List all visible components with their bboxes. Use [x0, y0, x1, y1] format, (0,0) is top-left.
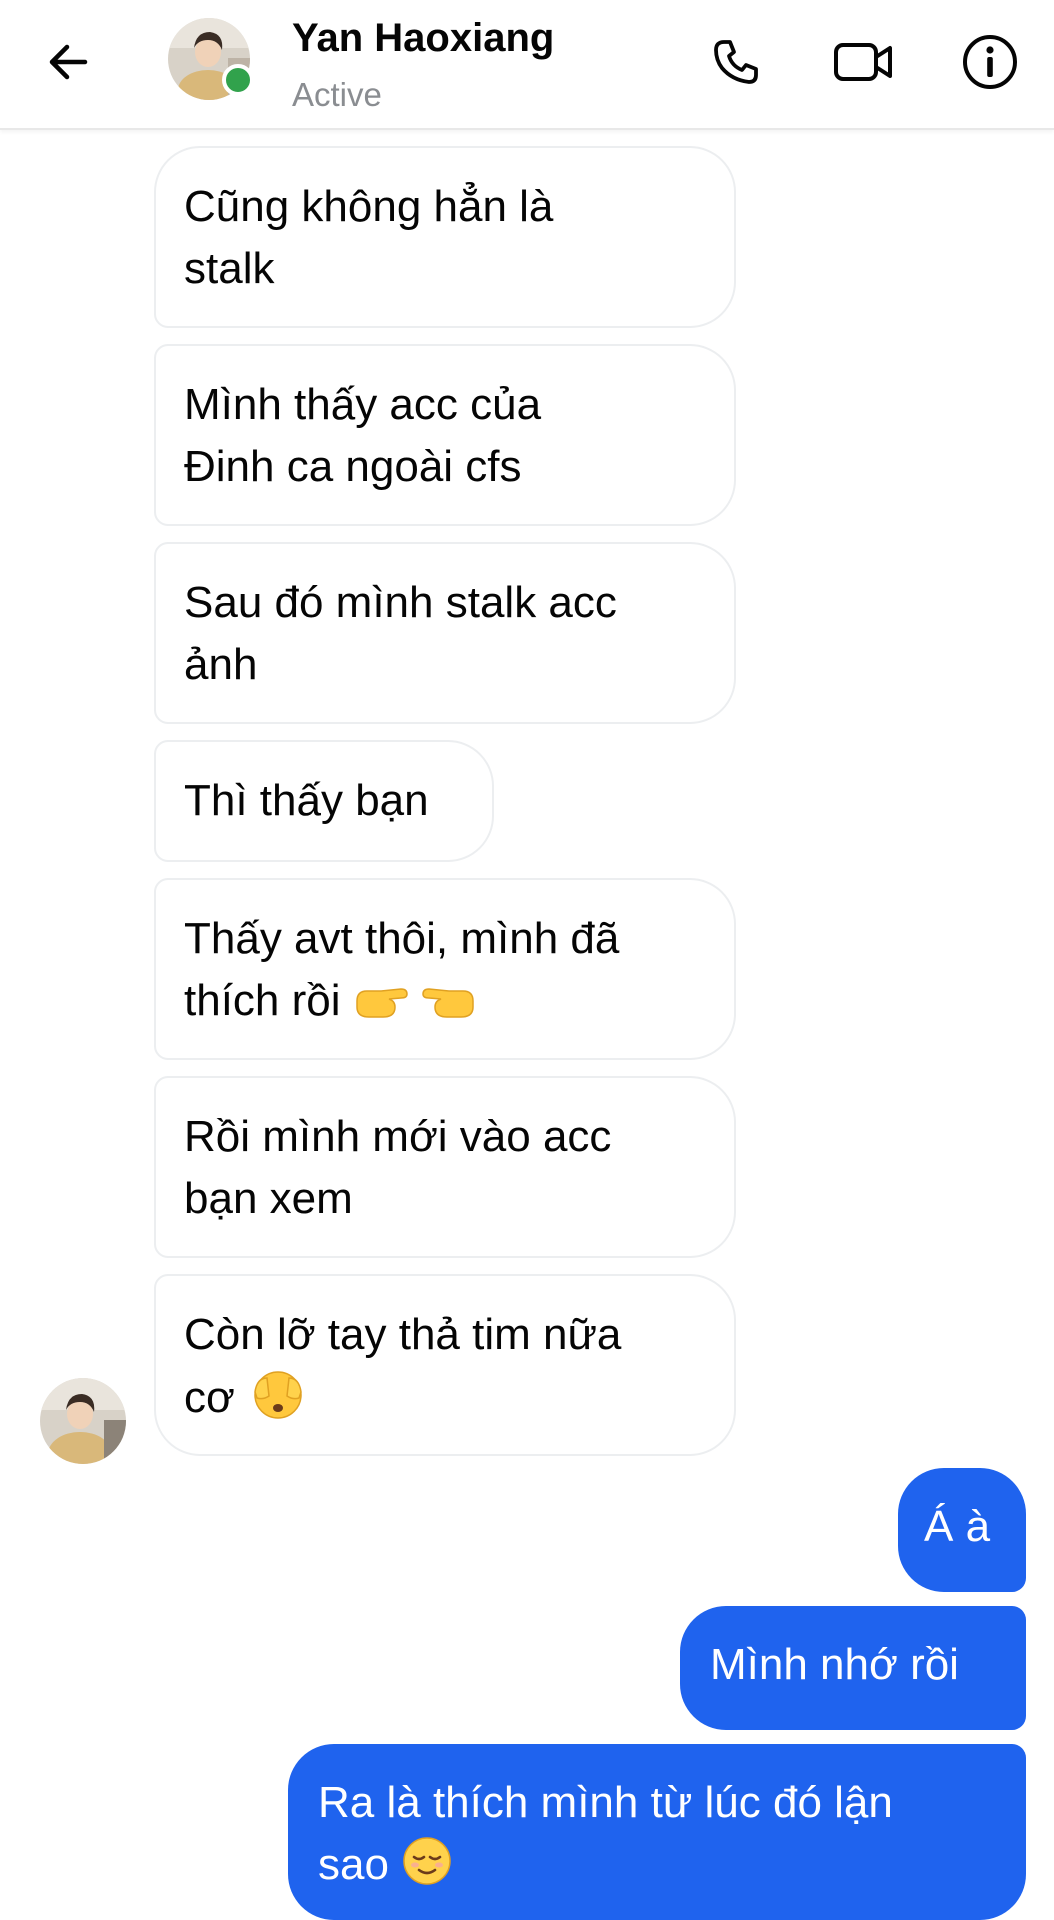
avatar-photo	[40, 1378, 126, 1464]
message-line: bạn xem	[184, 1174, 353, 1223]
message-line: Cũng không hẳn là	[184, 182, 554, 231]
message-line: cơ	[184, 1373, 235, 1422]
message-line: Thì thấy bạn	[184, 776, 429, 825]
contact-avatar[interactable]	[168, 18, 254, 100]
message-line: thích rồi	[184, 976, 341, 1025]
message-line: Sau đó mình stalk acc	[184, 578, 617, 627]
message-line: Còn lỡ tay thả tim nữa	[184, 1310, 622, 1359]
message-thread[interactable]: Cũng không hẳn là stalk Mình thấy acc củ…	[0, 128, 1054, 1920]
outgoing-message[interactable]: Ra là thích mình từ lúc đó lận sao	[288, 1744, 1026, 1920]
arrow-left-icon	[49, 44, 88, 80]
message-line: Ra là thích mình từ lúc đó lận	[318, 1778, 893, 1827]
online-status-dot	[222, 64, 254, 96]
message-line: Á à	[924, 1502, 991, 1551]
incoming-message[interactable]: Cũng không hẳn là stalk	[154, 146, 736, 328]
message-line: ảnh	[184, 640, 258, 689]
message-line: Thấy avt thôi, mình đã	[184, 914, 620, 963]
incoming-message[interactable]: Rồi mình mới vào acc bạn xem	[154, 1076, 736, 1258]
chat-header: Yan Haoxiang Active	[0, 0, 1054, 130]
incoming-message[interactable]: Sau đó mình stalk acc ảnh	[154, 542, 736, 724]
message-line: Mình nhớ rồi	[710, 1640, 959, 1689]
sender-avatar[interactable]	[40, 1378, 126, 1464]
info-button[interactable]	[958, 30, 1022, 94]
relieved-face-emoji	[401, 1835, 453, 1904]
info-icon	[963, 35, 1017, 89]
outgoing-message[interactable]: Á à	[898, 1468, 1026, 1592]
message-line: stalk	[184, 244, 275, 293]
incoming-message[interactable]: Thấy avt thôi, mình đã thích rồi	[154, 878, 736, 1060]
message-line: Rồi mình mới vào acc	[184, 1112, 612, 1161]
incoming-message[interactable]: Mình thấy acc của Đinh ca ngoài cfs	[154, 344, 736, 526]
message-line: Đinh ca ngoài cfs	[184, 442, 522, 491]
covering-eyes-emoji	[247, 1366, 309, 1437]
outgoing-message[interactable]: Mình nhớ rồi	[680, 1606, 1026, 1730]
call-button[interactable]	[704, 30, 768, 94]
message-line: Mình thấy acc của	[184, 380, 542, 429]
message-line: sao	[318, 1840, 389, 1889]
pointing-hands-emoji	[353, 977, 477, 1040]
back-button[interactable]	[40, 34, 96, 90]
video-call-button[interactable]	[832, 30, 896, 94]
phone-icon	[714, 40, 758, 84]
contact-name[interactable]: Yan Haoxiang	[292, 16, 554, 61]
contact-status: Active	[292, 76, 382, 113]
incoming-message[interactable]: Còn lỡ tay thả tim nữa cơ	[154, 1274, 736, 1456]
incoming-message[interactable]: Thì thấy bạn	[154, 740, 494, 862]
video-camera-icon	[834, 43, 892, 81]
